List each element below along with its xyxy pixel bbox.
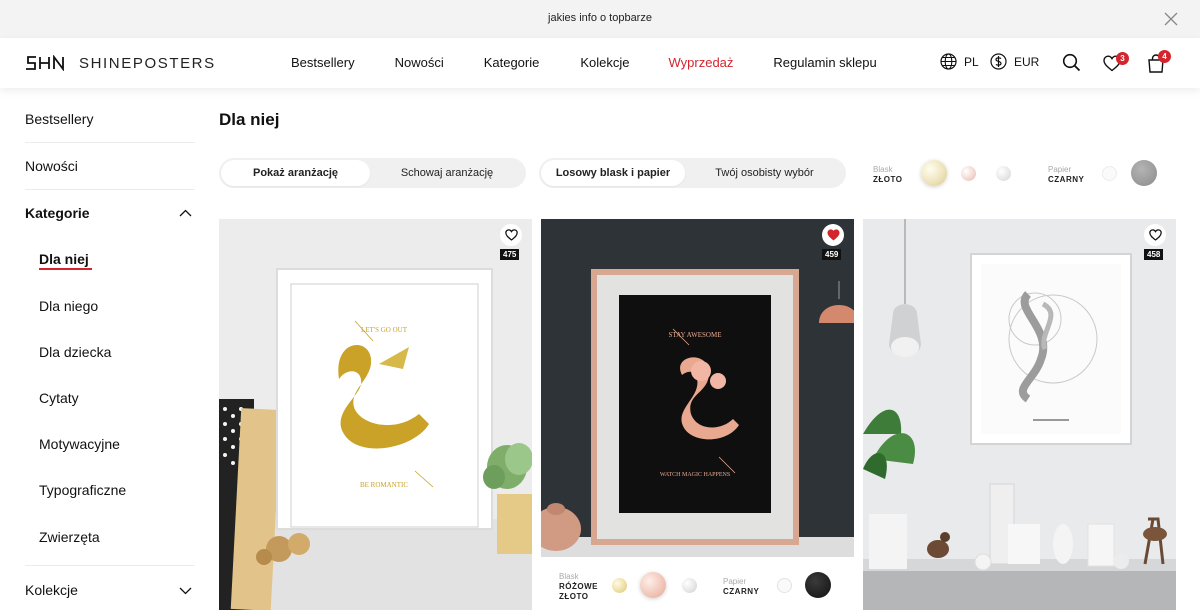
nav-item-kategorie[interactable]: Kategorie	[484, 55, 540, 70]
show-arrangement-button[interactable]: Pokaż aranżację	[221, 160, 370, 186]
favorite-button[interactable]	[500, 224, 522, 246]
topbar: jakies info o topbarze	[0, 0, 1200, 38]
sidebar-subitem-typograficzne[interactable]: Typograficzne	[39, 482, 126, 498]
sidebar-subitem-motywacyjne[interactable]: Motywacyjne	[39, 436, 120, 452]
selection-mode-toggle: Losowy blask i papier Twój osobisty wybó…	[539, 158, 846, 188]
main-nav: Bestsellery Nowości Kategorie Kolekcje W…	[291, 55, 877, 70]
search-icon[interactable]	[1062, 53, 1081, 72]
cart-count-badge: 4	[1158, 50, 1171, 63]
poster-quote-top: LET'S GO OUT	[361, 326, 408, 334]
heart-icon	[504, 229, 518, 241]
heart-icon	[1148, 229, 1162, 241]
rose-gold-swatch[interactable]	[640, 572, 666, 598]
topbar-message: jakies info o topbarze	[548, 12, 652, 24]
blask-option-label: Blask RÓŻOWE ZŁOTO	[559, 572, 598, 601]
active-indicator	[39, 268, 92, 270]
favorites-count: 475	[500, 249, 520, 260]
nav-item-regulamin[interactable]: Regulamin sklepu	[773, 55, 876, 70]
header: SHINEPOSTERS Bestsellery Nowości Kategor…	[0, 38, 1200, 88]
hide-arrangement-button[interactable]: Schowaj aranżację	[370, 160, 524, 186]
nav-item-nowosci[interactable]: Nowości	[395, 55, 444, 70]
poster-quote-bottom: WATCH MAGIC HAPPENS	[660, 472, 730, 478]
blask-filter-label: Blask ZŁOTO	[873, 165, 903, 184]
product-image	[863, 219, 1176, 610]
silver-swatch[interactable]	[996, 166, 1011, 181]
nav-item-wyprzedaz[interactable]: Wyprzedaż	[669, 55, 734, 70]
product-card[interactable]: STAY AWESOME WATCH MAGIC HAPPENS 459 Bla…	[541, 219, 854, 610]
white-paper-swatch[interactable]	[777, 578, 792, 593]
sidebar-item-kolekcje[interactable]: Kolekcje	[25, 582, 195, 598]
sidebar-item-nowosci[interactable]: Nowości	[25, 158, 195, 174]
language-label: PL	[964, 54, 979, 69]
arrangement-toggle: Pokaż aranżację Schowaj aranżację	[219, 158, 526, 188]
product-image: LET'S GO OUT BE ROMANTIC	[219, 219, 532, 610]
sidebar-item-kategorie[interactable]: Kategorie	[25, 205, 195, 221]
product-image: STAY AWESOME WATCH MAGIC HAPPENS	[541, 219, 854, 557]
nav-item-kolekcje[interactable]: Kolekcje	[580, 55, 629, 70]
sidebar-divider	[25, 565, 195, 566]
sidebar-item-label: Kategorie	[25, 205, 90, 221]
sidebar-item-label: Kolekcje	[25, 582, 78, 598]
product-card[interactable]: LET'S GO OUT BE ROMANTIC 475	[219, 219, 532, 610]
gold-swatch[interactable]	[612, 578, 627, 593]
dollar-icon	[990, 53, 1007, 70]
product-card[interactable]: 458	[863, 219, 1176, 610]
random-mode-button[interactable]: Losowy blask i papier	[541, 160, 685, 186]
black-paper-swatch[interactable]	[805, 572, 831, 598]
currency-label: EUR	[1014, 54, 1040, 69]
wishlist-button[interactable]: 3	[1103, 52, 1129, 76]
papier-option-label: Papier CZARNY	[723, 577, 760, 596]
chevron-up-icon	[179, 209, 192, 217]
gold-swatch[interactable]	[921, 160, 947, 186]
favorite-button[interactable]	[822, 224, 844, 246]
sidebar-subitem-dla-dziecka[interactable]: Dla dziecka	[39, 344, 111, 360]
papier-filter-label: Papier CZARNY	[1048, 165, 1085, 184]
sidebar-item-bestsellery[interactable]: Bestsellery	[25, 111, 195, 127]
sidebar-subitem-dla-niego[interactable]: Dla niego	[39, 298, 98, 314]
sidebar-subitem-cytaty[interactable]: Cytaty	[39, 390, 79, 406]
poster-quote-top: STAY AWESOME	[668, 331, 721, 339]
favorites-count: 458	[1144, 249, 1164, 260]
cart-button[interactable]: 4	[1147, 50, 1173, 75]
close-icon[interactable]	[1164, 12, 1178, 26]
silver-swatch[interactable]	[682, 578, 697, 593]
nav-item-bestsellery[interactable]: Bestsellery	[291, 55, 355, 70]
brand-name: SHINEPOSTERS	[79, 54, 216, 72]
sidebar-divider	[25, 189, 195, 190]
favorites-count: 459	[822, 249, 842, 260]
logo-mark-icon	[26, 55, 64, 71]
product-options-strip: Blask RÓŻOWE ZŁOTO Papier CZARNY	[541, 557, 854, 610]
currency-selector[interactable]: EUR	[990, 53, 1039, 70]
sidebar-subitem-dla-niej[interactable]: Dla niej	[39, 251, 89, 267]
white-paper-swatch[interactable]	[1102, 166, 1117, 181]
poster-quote-bottom: BE ROMANTIC	[360, 481, 408, 489]
chevron-down-icon	[179, 587, 192, 595]
sidebar-subitem-zwierzeta[interactable]: Zwierzęta	[39, 529, 100, 545]
favorite-button[interactable]	[1144, 224, 1166, 246]
heart-filled-icon	[826, 229, 840, 241]
language-selector[interactable]: PL	[940, 53, 979, 70]
page-title: Dla niej	[219, 110, 280, 129]
sidebar-divider	[25, 142, 195, 143]
custom-mode-button[interactable]: Twój osobisty wybór	[685, 160, 844, 186]
black-paper-swatch[interactable]	[1131, 160, 1157, 186]
logo[interactable]: SHINEPOSTERS	[25, 53, 216, 73]
globe-icon	[940, 53, 957, 70]
wishlist-count-badge: 3	[1116, 52, 1129, 65]
rose-gold-swatch[interactable]	[961, 166, 976, 181]
